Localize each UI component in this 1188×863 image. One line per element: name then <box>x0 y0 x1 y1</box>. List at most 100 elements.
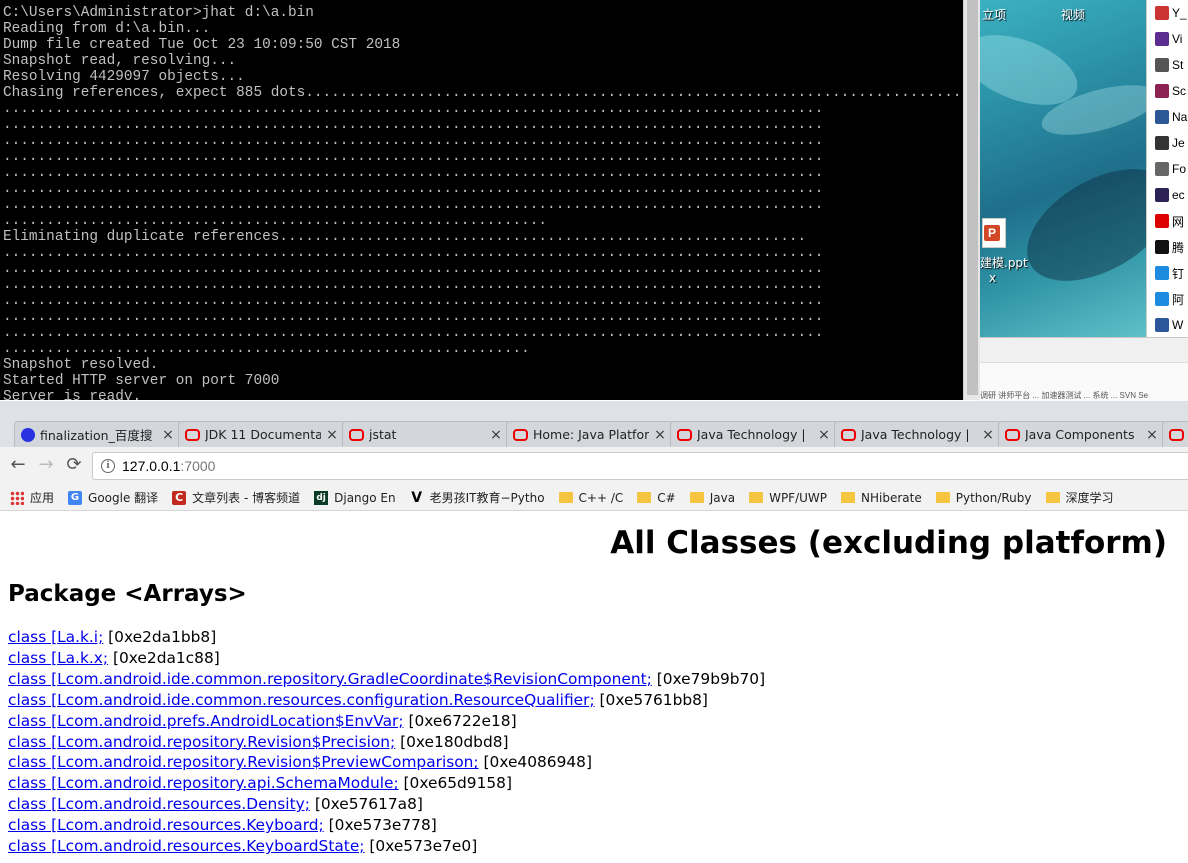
desktop-shortcut[interactable]: Y_ <box>1147 0 1188 26</box>
class-link[interactable]: class [Lcom.android.repository.Revision$… <box>8 733 395 751</box>
class-link[interactable]: class [La.k.x; <box>8 649 108 667</box>
desktop-shortcut[interactable]: Je <box>1147 130 1188 156</box>
class-link[interactable]: class [Lcom.android.repository.Revision$… <box>8 753 479 771</box>
bookmark-label: 文章列表 - 博客频道 <box>192 491 301 505</box>
bookmark-label: C# <box>657 490 676 505</box>
class-link[interactable]: class [Lcom.android.resources.KeyboardSt… <box>8 837 365 855</box>
oracle-icon <box>185 428 200 441</box>
console-window[interactable]: C:\Users\Administrator>jhat d:\a.bin Read… <box>0 0 965 400</box>
tab-close-icon[interactable]: × <box>653 427 667 443</box>
info-icon[interactable]: i <box>101 459 115 473</box>
desktop-shortcut[interactable]: W <box>1147 312 1188 337</box>
ppt-file-icon[interactable]: P <box>982 218 1006 248</box>
bookmark-item[interactable]: Python/Ruby <box>935 491 1032 505</box>
desktop-shortcut-label: Vi <box>1172 32 1183 46</box>
desktop-shortcut[interactable]: 阿 <box>1147 286 1188 312</box>
tab-close-icon[interactable]: × <box>1145 427 1159 443</box>
console-scrollbar-thumb[interactable] <box>967 0 978 395</box>
tab-close-icon[interactable]: × <box>489 427 503 443</box>
folder-icon <box>1045 492 1060 503</box>
bookmark-item[interactable]: G Google 翻译 <box>68 489 158 506</box>
browser-tab[interactable]: Home: Java Platfor × <box>506 421 674 447</box>
class-link[interactable]: class [Lcom.android.repository.api.Schem… <box>8 774 399 792</box>
desktop-shortcut-label: 网 <box>1172 214 1185 229</box>
desktop-shortcut[interactable]: ec <box>1147 182 1188 208</box>
app-icon <box>1155 214 1169 228</box>
class-link[interactable]: class [Lcom.android.resources.Keyboard; <box>8 816 324 834</box>
console-scrollbar[interactable] <box>963 0 980 400</box>
bookmark-item[interactable]: Java <box>689 491 735 505</box>
folder-icon <box>841 492 856 503</box>
class-list-item: class [Lcom.android.resources.Density; [… <box>8 794 1180 815</box>
jetbrains-icon <box>1155 136 1169 150</box>
browser-tab[interactable]: Java Components × <box>998 421 1166 447</box>
browser-tab[interactable]: finalization_百度搜 × <box>14 421 182 447</box>
class-list-item: class [Lcom.android.ide.common.resources… <box>8 690 1180 711</box>
folder-icon <box>749 492 764 503</box>
desktop-shortcut-label: Fo <box>1172 162 1187 176</box>
tab-close-icon[interactable]: × <box>981 427 995 443</box>
class-link[interactable]: class [La.k.i; <box>8 628 103 646</box>
class-list-item: class [Lcom.android.repository.Revision$… <box>8 752 1180 773</box>
oracle-icon <box>841 428 856 441</box>
desktop-label-ppt[interactable]: 建模.ppt <box>980 254 1028 271</box>
forward-button[interactable]: → <box>36 455 56 475</box>
class-address: [0xe2da1c88] <box>108 648 220 667</box>
bookmark-item[interactable]: 深度学习 <box>1045 489 1114 506</box>
class-link[interactable]: class [Lcom.android.ide.common.repositor… <box>8 670 652 688</box>
bookmark-label: C++ /C <box>578 490 624 505</box>
class-list-item: class [La.k.x; [0xe2da1c88] <box>8 648 1180 669</box>
desktop-shortcut[interactable]: 网 <box>1147 208 1188 234</box>
reload-button[interactable]: ⟳ <box>64 455 84 475</box>
class-address: [0xe6722e18] <box>403 711 517 730</box>
desktop-shortcut[interactable]: Na <box>1147 104 1188 130</box>
desktop-shortcut-label: 阿 <box>1172 292 1185 307</box>
browser-tab[interactable]: Java Technology | × <box>834 421 1002 447</box>
class-link[interactable]: class [Lcom.android.ide.common.resources… <box>8 691 595 709</box>
oracle-icon <box>349 428 364 441</box>
class-link[interactable]: class [Lcom.android.resources.Density; <box>8 795 310 813</box>
desktop-label-video[interactable]: 视频 <box>1061 6 1085 23</box>
word-icon <box>1155 318 1169 332</box>
desktop-shortcut-label: St <box>1172 58 1184 72</box>
tab-title: JDK 11 Documenta <box>205 427 321 442</box>
class-address: [0xe57617a8] <box>309 795 423 814</box>
app-icon <box>1155 110 1169 124</box>
background-window-strip: 调研 讲师平台 ... 加速器测试 ... 系统 ... SVN Se <box>980 337 1188 402</box>
dingtalk-icon <box>1155 266 1169 280</box>
bookmark-item[interactable]: C++ /C <box>558 490 624 505</box>
class-address: [0xe573e7e0] <box>364 837 478 856</box>
tab-close-icon[interactable]: × <box>325 427 339 443</box>
class-link[interactable]: class [Lcom.android.prefs.AndroidLocatio… <box>8 712 404 730</box>
app-icon <box>1155 84 1169 98</box>
desktop-shortcut[interactable]: Fo <box>1147 156 1188 182</box>
bookmark-label: 应用 <box>30 491 55 505</box>
bookmark-item[interactable]: 应用 <box>10 489 54 506</box>
bookmark-item[interactable]: NHiberate <box>841 491 922 505</box>
desktop-shortcut-label: ec <box>1172 188 1185 202</box>
tab-close-icon[interactable]: × <box>161 427 175 443</box>
browser-tab[interactable]: jstat × <box>342 421 510 447</box>
desktop-shortcut-label: Y_ <box>1172 6 1187 20</box>
tab-close-icon[interactable]: × <box>817 427 831 443</box>
bookmark-item[interactable]: C# <box>637 490 676 505</box>
browser-tab[interactable]: JDK 11 Documenta × <box>178 421 346 447</box>
class-address: [0xe65d9158] <box>398 774 512 793</box>
desktop-shortcut[interactable]: Sc <box>1147 78 1188 104</box>
browser-tab[interactable] <box>1162 421 1188 447</box>
desktop-shortcut[interactable]: Vi <box>1147 26 1188 52</box>
console-line: ........................................… <box>3 245 824 261</box>
desktop-shortcut[interactable]: 钉 <box>1147 260 1188 286</box>
browser-tab[interactable]: Java Technology | × <box>670 421 838 447</box>
bookmark-item[interactable]: V 老男孩IT教育−Pytho <box>410 489 544 506</box>
folder-icon <box>935 492 950 503</box>
desktop-shortcut[interactable]: 腾 <box>1147 234 1188 260</box>
bookmark-item[interactable]: dj Django En <box>314 490 396 505</box>
back-button[interactable]: ← <box>8 455 28 475</box>
desktop-shortcut[interactable]: St <box>1147 52 1188 78</box>
address-bar[interactable]: i 127.0.0.1:7000 <box>92 452 1188 480</box>
class-address: [0xe79b9b70] <box>651 669 766 688</box>
bookmark-item[interactable]: WPF/UWP <box>749 491 827 505</box>
bookmark-item[interactable]: C 文章列表 - 博客频道 <box>172 489 300 506</box>
desktop-label-lixiang[interactable]: 立项 <box>982 6 1006 23</box>
